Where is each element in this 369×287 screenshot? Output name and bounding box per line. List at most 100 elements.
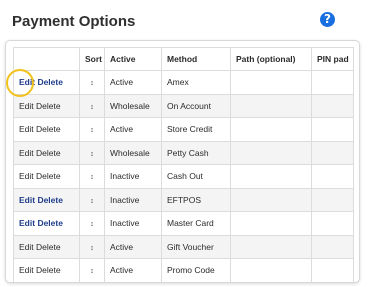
path-cell <box>230 93 312 118</box>
method-name: Master Card <box>161 211 231 236</box>
path-cell <box>230 234 312 259</box>
edit-link[interactable]: Edit <box>19 101 34 111</box>
row-actions: Edit Delete <box>13 117 80 142</box>
path-cell <box>230 211 312 236</box>
method-name: EFTPOS <box>161 187 231 212</box>
pin-pad-cell <box>311 211 354 236</box>
path-cell <box>230 258 312 282</box>
path-cell <box>230 117 312 142</box>
row-actions: Edit Delete <box>13 258 80 282</box>
sort-arrows-icon[interactable]: ↕ <box>90 268 94 275</box>
sort-handle[interactable]: ↕ <box>79 211 105 236</box>
column-header-pin-pad: PIN pad <box>311 47 354 71</box>
sort-arrows-icon[interactable]: ↕ <box>90 127 94 134</box>
path-cell <box>230 187 312 212</box>
delete-link[interactable]: Delete <box>36 171 61 181</box>
active-status: Inactive <box>104 187 162 212</box>
table-row: Edit Delete ↕ Active Amex <box>13 70 354 95</box>
active-status: Inactive <box>104 211 162 236</box>
pin-pad-cell <box>311 117 354 142</box>
table-row: Edit Delete ↕ Inactive Cash Out <box>13 164 354 189</box>
sort-handle[interactable]: ↕ <box>79 117 105 142</box>
row-actions: Edit Delete <box>13 234 80 259</box>
row-actions: Edit Delete <box>13 140 80 165</box>
path-cell <box>230 164 312 189</box>
table-row: Edit Delete ↕ Inactive EFTPOS <box>13 187 354 212</box>
active-status: Wholesale <box>104 93 162 118</box>
payment-options-card: Sort Active Method Path (optional) PIN p… <box>5 40 360 283</box>
edit-link[interactable]: Edit <box>19 265 34 275</box>
table-row: Edit Delete ↕ Wholesale On Account <box>13 93 354 118</box>
row-actions: Edit Delete <box>13 164 80 189</box>
sort-handle[interactable]: ↕ <box>79 140 105 165</box>
pin-pad-cell <box>311 70 354 95</box>
sort-arrows-icon[interactable]: ↕ <box>90 245 94 252</box>
method-name: Cash Out <box>161 164 231 189</box>
edit-link[interactable]: Edit <box>19 124 34 134</box>
active-status: Active <box>104 70 162 95</box>
sort-handle[interactable]: ↕ <box>79 93 105 118</box>
path-cell <box>230 70 312 95</box>
edit-link[interactable]: Edit <box>19 171 34 181</box>
method-name: Store Credit <box>161 117 231 142</box>
row-actions: Edit Delete <box>13 70 80 95</box>
active-status: Active <box>104 258 162 282</box>
edit-link[interactable]: Edit <box>19 218 35 228</box>
table-row: Edit Delete ↕ Active Promo Code <box>13 258 354 282</box>
table-row: Edit Delete ↕ Inactive Master Card <box>13 211 354 236</box>
pin-pad-cell <box>311 164 354 189</box>
active-status: Active <box>104 117 162 142</box>
sort-arrows-icon[interactable]: ↕ <box>90 174 94 181</box>
delete-link[interactable]: Delete <box>37 77 63 87</box>
table-row: Edit Delete ↕ Wholesale Petty Cash <box>13 140 354 165</box>
sort-handle[interactable]: ↕ <box>79 234 105 259</box>
method-name: Gift Voucher <box>161 234 231 259</box>
table-row: Edit Delete ↕ Active Gift Voucher <box>13 234 354 259</box>
edit-link[interactable]: Edit <box>19 195 35 205</box>
method-name: On Account <box>161 93 231 118</box>
sort-handle[interactable]: ↕ <box>79 164 105 189</box>
active-status: Inactive <box>104 164 162 189</box>
method-name: Amex <box>161 70 231 95</box>
table-header-row: Sort Active Method Path (optional) PIN p… <box>13 47 354 71</box>
sort-arrows-icon[interactable]: ↕ <box>90 221 94 228</box>
delete-link[interactable]: Delete <box>37 218 63 228</box>
active-status: Wholesale <box>104 140 162 165</box>
edit-link[interactable]: Edit <box>19 148 34 158</box>
delete-link[interactable]: Delete <box>36 148 61 158</box>
column-header-sort[interactable]: Sort <box>79 47 105 71</box>
column-header-actions <box>13 47 80 71</box>
row-actions: Edit Delete <box>13 93 80 118</box>
active-status: Active <box>104 234 162 259</box>
edit-link[interactable]: Edit <box>19 242 34 252</box>
method-name: Promo Code <box>161 258 231 282</box>
help-icon[interactable]: ? <box>320 12 335 27</box>
method-name: Petty Cash <box>161 140 231 165</box>
delete-link[interactable]: Delete <box>36 101 61 111</box>
sort-handle[interactable]: ↕ <box>79 258 105 282</box>
table-row: Edit Delete ↕ Active Store Credit <box>13 117 354 142</box>
pin-pad-cell <box>311 258 354 282</box>
delete-link[interactable]: Delete <box>36 265 61 275</box>
column-header-active: Active <box>104 47 162 71</box>
page-title: Payment Options <box>12 13 136 30</box>
payment-options-table: Sort Active Method Path (optional) PIN p… <box>13 47 354 282</box>
sort-handle[interactable]: ↕ <box>79 70 105 95</box>
sort-arrows-icon[interactable]: ↕ <box>90 80 94 87</box>
delete-link[interactable]: Delete <box>37 195 63 205</box>
row-actions: Edit Delete <box>13 211 80 236</box>
column-header-method: Method <box>161 47 231 71</box>
sort-arrows-icon[interactable]: ↕ <box>90 151 94 158</box>
sort-handle[interactable]: ↕ <box>79 187 105 212</box>
pin-pad-cell <box>311 93 354 118</box>
sort-arrows-icon[interactable]: ↕ <box>90 104 94 111</box>
delete-link[interactable]: Delete <box>36 242 61 252</box>
column-header-path: Path (optional) <box>230 47 312 71</box>
row-actions: Edit Delete <box>13 187 80 212</box>
pin-pad-cell <box>311 234 354 259</box>
delete-link[interactable]: Delete <box>36 124 61 134</box>
sort-arrows-icon[interactable]: ↕ <box>90 198 94 205</box>
edit-link[interactable]: Edit <box>19 77 35 87</box>
pin-pad-cell <box>311 140 354 165</box>
path-cell <box>230 140 312 165</box>
